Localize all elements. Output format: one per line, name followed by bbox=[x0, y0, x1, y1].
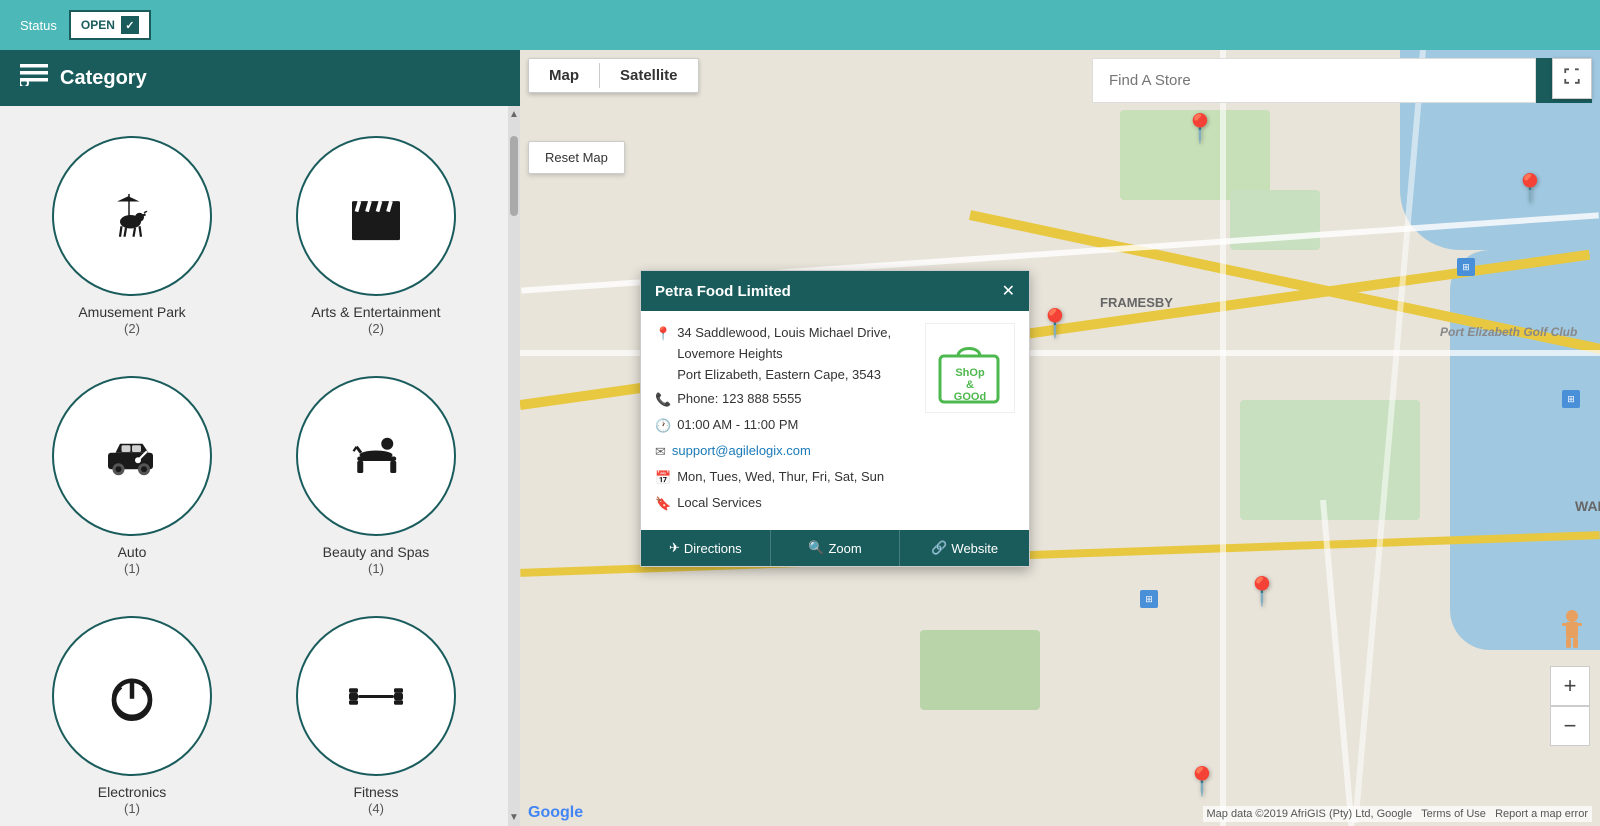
search-input[interactable] bbox=[1092, 58, 1536, 103]
sidebar-item-electronics[interactable]: Electronics (1) bbox=[10, 596, 254, 826]
category-grid: Amusement Park (2) bbox=[0, 106, 508, 826]
zoom-button[interactable]: 🔍 Zoom bbox=[771, 530, 901, 566]
popup-address-row: 📍 34 Saddlewood, Louis Michael Drive, Lo… bbox=[655, 323, 915, 385]
popup-header: Petra Food Limited ✕ bbox=[641, 271, 1029, 311]
sidebar-item-amusement-park[interactable]: Amusement Park (2) bbox=[10, 116, 254, 356]
fullscreen-button[interactable] bbox=[1552, 58, 1592, 99]
map-icon-3: ⊞ bbox=[1140, 590, 1158, 608]
popup-days-row: 📅 Mon, Tues, Wed, Thur, Fri, Sat, Sun bbox=[655, 467, 915, 489]
status-label: Status bbox=[20, 18, 57, 33]
sidebar: Category bbox=[0, 50, 520, 826]
open-checkmark: ✓ bbox=[121, 16, 139, 34]
map-toggle-satellite[interactable]: Satellite bbox=[600, 59, 698, 92]
popup-body: 📍 34 Saddlewood, Louis Michael Drive, Lo… bbox=[641, 311, 1029, 530]
clock-icon: 🕐 bbox=[655, 416, 671, 437]
status-bar: Status OPEN ✓ bbox=[0, 0, 1600, 50]
calendar-icon: 📅 bbox=[655, 468, 671, 489]
popup-address: 34 Saddlewood, Louis Michael Drive, Love… bbox=[677, 323, 915, 385]
open-badge: OPEN ✓ bbox=[69, 10, 151, 40]
email-icon: ✉ bbox=[655, 442, 666, 463]
popup-phone-row: 📞 Phone: 123 888 5555 bbox=[655, 389, 915, 411]
popup-email-link[interactable]: support@agilelogix.com bbox=[672, 441, 811, 462]
pegman[interactable] bbox=[1556, 608, 1588, 656]
auto-label: Auto (1) bbox=[118, 544, 147, 576]
beauty-circle bbox=[296, 376, 456, 536]
website-icon: 🔗 bbox=[931, 540, 947, 556]
popup-actions: ✈ Directions 🔍 Zoom 🔗 Website bbox=[641, 530, 1029, 566]
popup-category: Local Services bbox=[677, 493, 762, 514]
report-link[interactable]: Report a map error bbox=[1495, 808, 1588, 820]
map-toggle-map[interactable]: Map bbox=[529, 59, 599, 92]
fitness-circle bbox=[296, 616, 456, 776]
sidebar-item-beauty-spas[interactable]: Beauty and Spas (1) bbox=[254, 356, 498, 596]
terms-link[interactable]: Terms of Use bbox=[1421, 808, 1486, 820]
main-container: Category bbox=[0, 50, 1600, 826]
reset-map-button[interactable]: Reset Map bbox=[528, 141, 625, 174]
map-search-bar bbox=[1092, 58, 1592, 103]
map-view-toggle: Map Satellite bbox=[528, 58, 699, 93]
popup-email-row: ✉ support@agilelogix.com bbox=[655, 441, 915, 463]
open-text: OPEN bbox=[81, 18, 115, 32]
popup-hours-row: 🕐 01:00 AM - 11:00 PM bbox=[655, 415, 915, 437]
zoom-controls: + − bbox=[1550, 666, 1590, 746]
map-container: FRAMESBY Port Elizabeth Golf Club Port E… bbox=[520, 50, 1600, 826]
google-logo: Google bbox=[528, 804, 583, 822]
svg-text:ShOp: ShOp bbox=[955, 367, 985, 379]
location-icon: 📍 bbox=[655, 324, 671, 345]
scroll-up-arrow[interactable]: ▲ bbox=[508, 106, 520, 123]
zoom-out-button[interactable]: − bbox=[1550, 706, 1590, 746]
directions-icon: ✈ bbox=[669, 540, 680, 556]
amusement-park-circle bbox=[52, 136, 212, 296]
scroll-down-arrow[interactable]: ▼ bbox=[508, 809, 520, 826]
beauty-label: Beauty and Spas (1) bbox=[323, 544, 430, 576]
popup-days: Mon, Tues, Wed, Thur, Fri, Sat, Sun bbox=[677, 467, 884, 488]
zoom-icon: 🔍 bbox=[808, 540, 824, 556]
auto-circle bbox=[52, 376, 212, 536]
electronics-circle bbox=[52, 616, 212, 776]
sidebar-scrollbar[interactable]: ▲ ▼ bbox=[508, 106, 520, 826]
category-header: Category bbox=[0, 50, 520, 106]
category-info-icon: 🔖 bbox=[655, 494, 671, 515]
map-label-framesby: FRAMESBY bbox=[1100, 295, 1173, 310]
sidebar-scroll-container: Amusement Park (2) bbox=[0, 106, 520, 826]
popup-hours: 01:00 AM - 11:00 PM bbox=[677, 415, 798, 436]
popup-category-row: 🔖 Local Services bbox=[655, 493, 915, 515]
map-icon-2: ⊞ bbox=[1562, 390, 1580, 408]
svg-text:GOOd: GOOd bbox=[954, 391, 986, 403]
directions-button[interactable]: ✈ Directions bbox=[641, 530, 771, 566]
popup-details: 📍 34 Saddlewood, Louis Michael Drive, Lo… bbox=[655, 323, 915, 518]
zoom-in-button[interactable]: + bbox=[1550, 666, 1590, 706]
electronics-label: Electronics (1) bbox=[98, 784, 166, 816]
website-button[interactable]: 🔗 Website bbox=[900, 530, 1029, 566]
svg-text:&: & bbox=[966, 379, 974, 391]
fitness-label: Fitness (4) bbox=[353, 784, 398, 816]
popup-phone: Phone: 123 888 5555 bbox=[677, 389, 801, 410]
green-area-2 bbox=[920, 630, 1040, 710]
sidebar-item-auto[interactable]: Auto (1) bbox=[10, 356, 254, 596]
amusement-park-label: Amusement Park (2) bbox=[78, 304, 185, 336]
map-attribution: Map data ©2019 AfriGIS (Pty) Ltd, Google… bbox=[1203, 806, 1593, 822]
popup-title: Petra Food Limited bbox=[655, 283, 791, 300]
water-body-2 bbox=[1450, 250, 1600, 650]
sidebar-content: Amusement Park (2) bbox=[0, 106, 508, 826]
map-icon-1: ⊞ bbox=[1457, 258, 1475, 276]
sidebar-item-arts-entertainment[interactable]: Arts & Entertainment (2) bbox=[254, 116, 498, 356]
category-label: Category bbox=[60, 67, 147, 90]
arts-circle bbox=[296, 136, 456, 296]
popup-logo: ShOp & GOOd bbox=[925, 323, 1015, 413]
arts-label: Arts & Entertainment (2) bbox=[311, 304, 440, 336]
category-menu-icon bbox=[20, 64, 48, 92]
info-popup: Petra Food Limited ✕ 📍 34 Saddlewood, Lo… bbox=[640, 270, 1030, 567]
phone-icon: 📞 bbox=[655, 390, 671, 411]
popup-close-button[interactable]: ✕ bbox=[1002, 281, 1015, 301]
sidebar-item-fitness[interactable]: Fitness (4) bbox=[254, 596, 498, 826]
scroll-thumb[interactable] bbox=[510, 136, 518, 216]
